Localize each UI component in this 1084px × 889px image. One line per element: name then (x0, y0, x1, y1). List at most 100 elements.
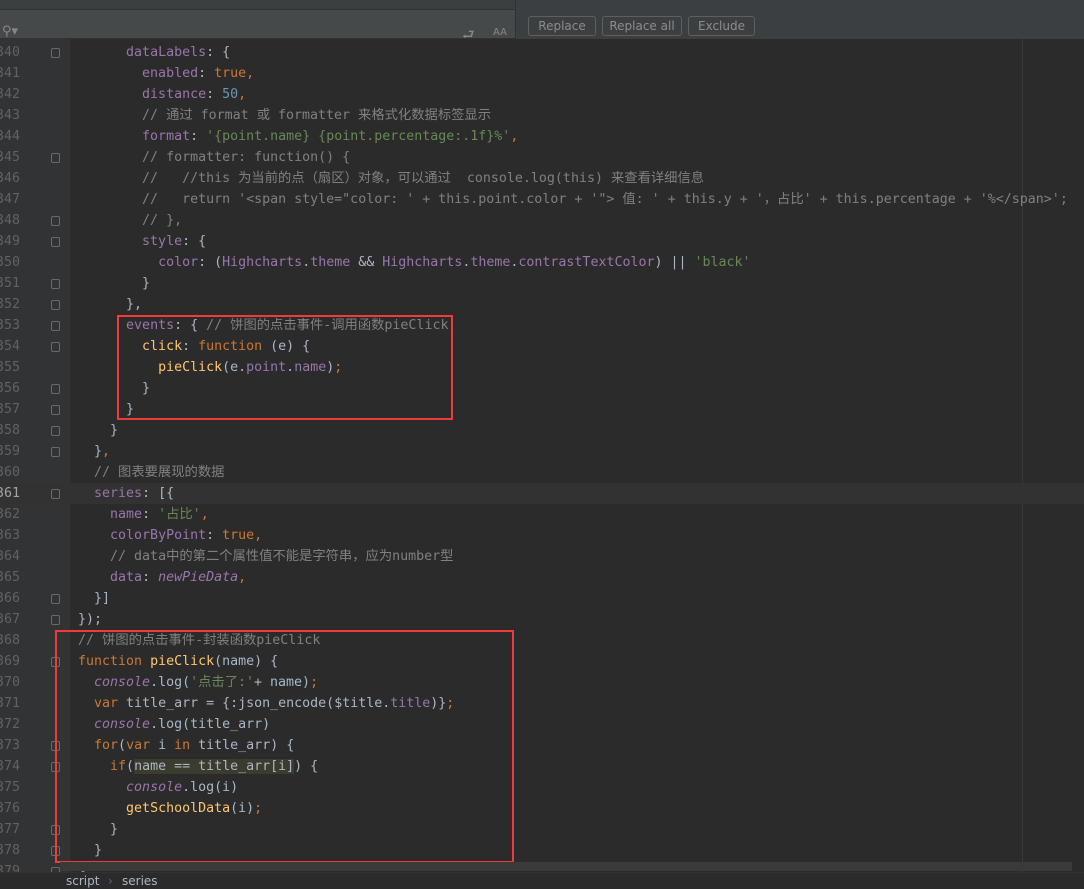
code-line[interactable]: 351 } (0, 273, 1084, 294)
code-line[interactable]: 360 // 图表要展现的数据 (0, 462, 1084, 483)
line-number: 373 (0, 738, 20, 753)
code-token: 'black' (694, 255, 751, 270)
fold-icon[interactable] (51, 237, 60, 247)
fold-icon[interactable] (51, 594, 60, 604)
code-token: // formatter: function() { (142, 150, 351, 165)
code-line[interactable]: 346 // //this 为当前的点（扇区）对象，可以通过 console.l… (0, 168, 1084, 189)
code-line[interactable]: 343 // 通过 format 或 formatter 来格式化数据标签显示 (0, 105, 1084, 126)
code-token: , (254, 528, 263, 543)
code-token: : { (182, 234, 207, 249)
line-number: 340 (0, 45, 20, 60)
code-line[interactable]: 359 }, (0, 441, 1084, 462)
code-text: } (78, 273, 150, 294)
fold-icon[interactable] (51, 615, 60, 625)
code-text: name: '占比', (78, 504, 209, 525)
replace-button[interactable]: Replace (528, 16, 596, 36)
line-number: 378 (0, 843, 20, 858)
replace-all-button[interactable]: Replace all (602, 16, 682, 36)
code-token: // 图表要展现的数据 (94, 465, 225, 480)
fold-icon[interactable] (51, 216, 60, 226)
fold-icon[interactable] (51, 405, 60, 415)
code-token: theme (470, 255, 511, 270)
chevron-right-icon: › (108, 874, 113, 888)
code-token: && (350, 255, 383, 270)
breadcrumb-item-script[interactable]: script (66, 873, 99, 889)
line-number: 369 (0, 654, 20, 669)
code-token: }] (78, 591, 111, 606)
code-line[interactable]: 363 colorByPoint: true, (0, 525, 1084, 546)
code-token: Highcharts (222, 255, 303, 270)
fold-icon[interactable] (51, 447, 60, 457)
highlight-box-pieclick (55, 630, 514, 863)
fold-icon[interactable] (51, 342, 60, 352)
code-text: // }, (78, 210, 182, 231)
code-text: dataLabels: { (78, 42, 230, 63)
search-icon[interactable]: ⚲▾ (2, 24, 18, 39)
fold-icon[interactable] (51, 384, 60, 394)
code-token: // return '<span style="color: ' + this.… (142, 192, 1068, 207)
code-line[interactable]: 341 enabled: true, (0, 63, 1084, 84)
code-line[interactable]: 365 data: newPieData, (0, 567, 1084, 588)
fold-icon[interactable] (51, 153, 60, 163)
code-line[interactable]: 340 dataLabels: { (0, 42, 1084, 63)
code-token: : { (206, 45, 231, 60)
fold-icon[interactable] (51, 489, 60, 499)
line-number: 361 (0, 486, 20, 501)
code-line[interactable]: 361 series: [{ (0, 483, 1084, 504)
code-text: series: [{ (78, 483, 174, 504)
code-line[interactable]: 350 color: (Highcharts.theme && Highchar… (0, 252, 1084, 273)
code-line[interactable]: 345 // formatter: function() { (0, 147, 1084, 168)
highlight-box-events (117, 315, 453, 420)
fold-icon[interactable] (51, 426, 60, 436)
match-case-icon[interactable]: AA (493, 27, 507, 38)
code-line[interactable]: 364 // data中的第二个属性值不能是字符串，应为number型 (0, 546, 1084, 567)
code-line[interactable]: 367}); (0, 609, 1084, 630)
line-number: 367 (0, 612, 20, 627)
code-token: data (110, 570, 143, 585)
code-line[interactable]: 349 style: { (0, 231, 1084, 252)
breadcrumb-item-series[interactable]: series (122, 873, 158, 889)
code-token: '占比' (158, 507, 201, 522)
fold-icon[interactable] (51, 279, 60, 289)
fold-icon[interactable] (51, 321, 60, 331)
code-token: : (142, 570, 159, 585)
line-number: 355 (0, 360, 20, 375)
code-line[interactable]: 344 format: '{point.name} {point.percent… (0, 126, 1084, 147)
fold-icon[interactable] (51, 48, 60, 58)
code-line[interactable]: 348 // }, (0, 210, 1084, 231)
code-token: 50 (222, 87, 239, 102)
code-token: contrastTextColor (518, 255, 655, 270)
line-number: 351 (0, 276, 20, 291)
code-line[interactable]: 352 }, (0, 294, 1084, 315)
line-number: 347 (0, 192, 20, 207)
breadcrumb: script › series (0, 872, 1084, 888)
code-line[interactable]: 358 } (0, 420, 1084, 441)
fold-icon[interactable] (51, 300, 60, 310)
code-text: // 通过 format 或 formatter 来格式化数据标签显示 (78, 105, 491, 126)
search-input[interactable]: ⚲▾ ⮐ AA (0, 10, 515, 43)
line-number: 350 (0, 255, 20, 270)
line-number: 341 (0, 66, 20, 81)
code-line[interactable]: 342 distance: 50, (0, 84, 1084, 105)
code-line[interactable]: 366 }] (0, 588, 1084, 609)
code-text: }); (78, 609, 102, 630)
line-number: 345 (0, 150, 20, 165)
code-token: color (158, 255, 199, 270)
code-line[interactable]: 362 name: '占比', (0, 504, 1084, 525)
line-number: 371 (0, 696, 20, 711)
code-token: // }, (142, 213, 183, 228)
exclude-button[interactable]: Exclude (688, 16, 755, 36)
code-token: , (246, 66, 255, 81)
code-token: : (206, 528, 223, 543)
code-line[interactable]: 347 // return '<span style="color: ' + t… (0, 189, 1084, 210)
code-token: : (206, 87, 223, 102)
horizontal-scrollbar[interactable] (60, 862, 1072, 871)
